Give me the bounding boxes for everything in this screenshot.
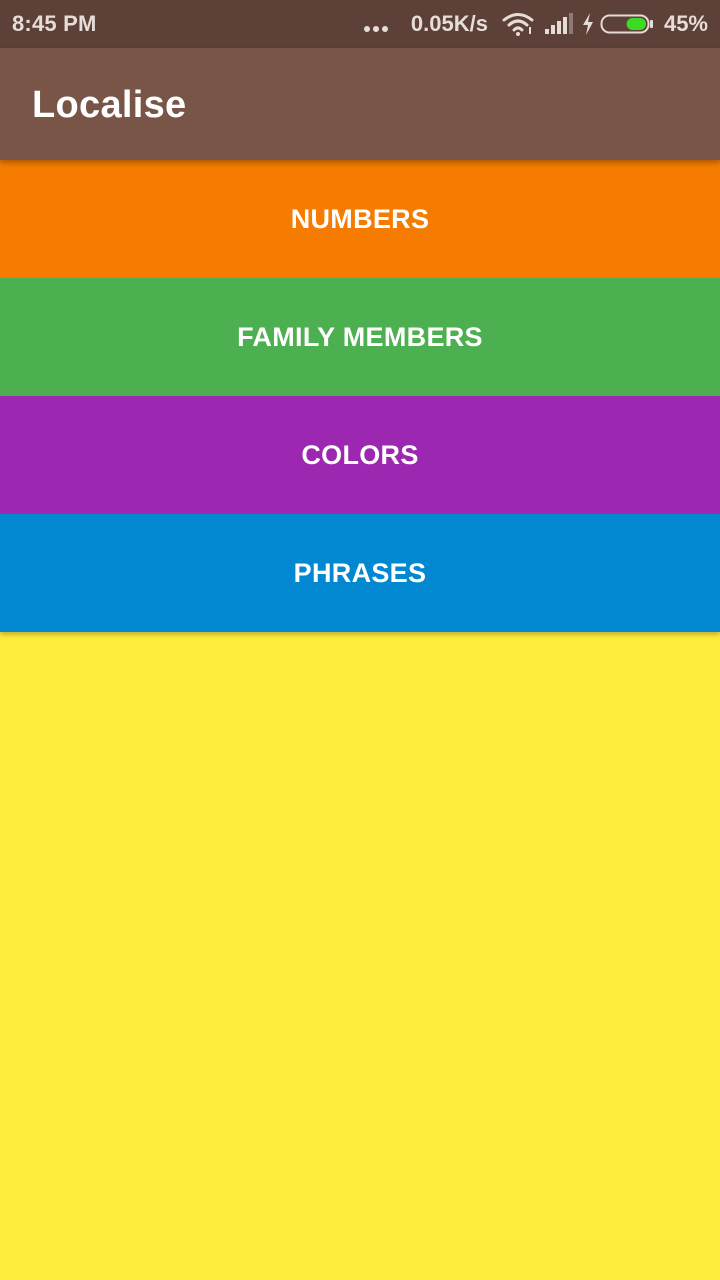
- wifi-icon: [502, 12, 534, 36]
- phrases-category-button[interactable]: PHRASES: [0, 514, 720, 632]
- app-title: Localise: [32, 84, 187, 126]
- app-screen: 8:45 PM 0.05K/s 45% Localise NUMBERS FAM…: [0, 0, 720, 1280]
- empty-content-area: [0, 632, 720, 1280]
- network-speed: 0.05K/s: [410, 11, 488, 36]
- family-members-category-button[interactable]: FAMILY MEMBERS: [0, 278, 720, 396]
- category-list: NUMBERS FAMILY MEMBERS COLORS PHRASES: [0, 160, 720, 632]
- status-icons: 0.05K/s 45%: [363, 0, 708, 48]
- status-time: 8:45 PM: [12, 11, 97, 36]
- charging-bolt-icon: [582, 13, 594, 35]
- status-bar: 8:45 PM 0.05K/s 45%: [0, 0, 720, 48]
- more-dots-icon: [363, 26, 391, 32]
- numbers-category-button[interactable]: NUMBERS: [0, 160, 720, 278]
- battery-icon: [600, 13, 654, 35]
- app-bar: Localise: [0, 48, 720, 160]
- signal-icon: [544, 13, 574, 35]
- battery-percent: 45%: [663, 11, 708, 36]
- colors-category-button[interactable]: COLORS: [0, 396, 720, 514]
